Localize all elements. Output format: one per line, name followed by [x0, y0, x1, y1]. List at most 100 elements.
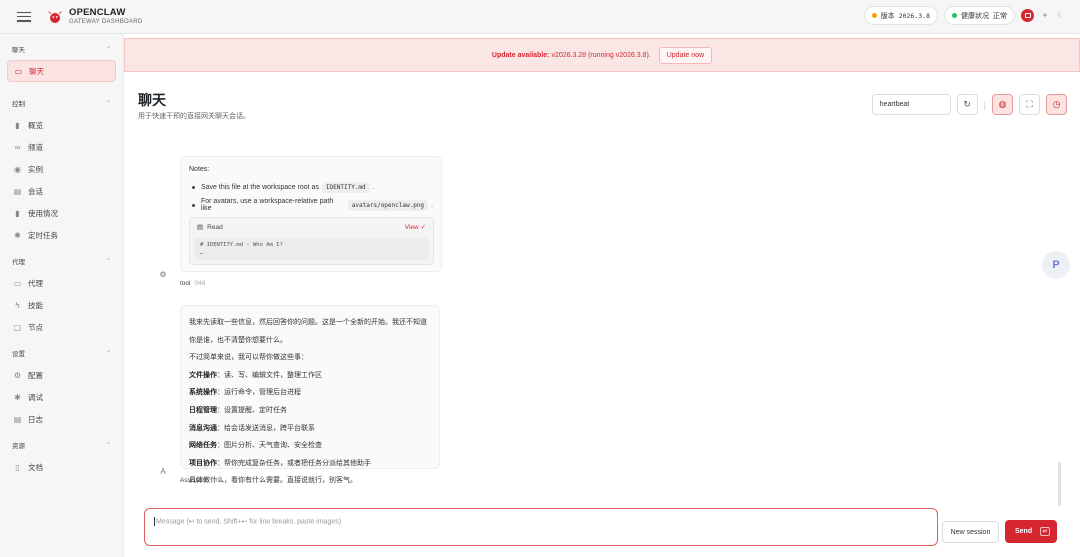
- chat-toolbar: heartbeat ↻ | ◍ ⛶ ◷: [871, 94, 1067, 115]
- focus-mode-button[interactable]: ⛶: [1019, 94, 1040, 115]
- sidebar-item-cron[interactable]: ✺ 定时任务: [0, 224, 123, 246]
- brand-subtitle: GATEWAY DASHBOARD: [69, 19, 143, 26]
- sidebar-item-overview[interactable]: ▮ 概览: [0, 114, 123, 136]
- health-status-dot: [952, 13, 957, 18]
- sidebar-item-agents[interactable]: ▭ 代理: [0, 272, 123, 294]
- sidebar-item-usage[interactable]: ▮ 使用情况: [0, 202, 123, 224]
- enter-key-icon: ↵: [1040, 527, 1050, 536]
- sidebar-group-resources[interactable]: 资源 ⌃: [0, 438, 123, 452]
- update-now-button[interactable]: Update now: [658, 46, 713, 64]
- thinking-toggle-button[interactable]: ◍: [992, 94, 1013, 115]
- link-icon: ∞: [14, 142, 21, 152]
- list-item: Save this file at the workspace root as …: [189, 182, 433, 193]
- chevron-up-icon: ⌃: [105, 258, 111, 265]
- moon-icon[interactable]: ☾: [1056, 11, 1066, 20]
- sidebar-item-chat[interactable]: ▭ 聊天: [7, 60, 116, 82]
- sidebar-group-chat[interactable]: 聊天 ⌃: [0, 42, 123, 56]
- new-session-button[interactable]: New session: [942, 521, 999, 543]
- list-item: 文件操作：读、写、编辑文件，整理工作区: [189, 371, 322, 379]
- health-pill: 健康状况 正常: [944, 6, 1015, 25]
- sidebar-group-agents[interactable]: 代理 ⌃: [0, 254, 123, 268]
- message-input[interactable]: Message (↩ to send, Shift+↩ for line bre…: [144, 508, 938, 546]
- bug-icon: ✱: [14, 392, 21, 402]
- focus-icon: ⛶: [1026, 99, 1033, 109]
- inline-code: IDENTITY.md: [321, 182, 370, 193]
- top-bar: OPENCLAW GATEWAY DASHBOARD 版本 2026.3.8 健…: [0, 0, 1080, 34]
- zap-icon: ϟ: [15, 300, 20, 310]
- assistant-author: Assistant 049: [180, 477, 222, 484]
- history-button[interactable]: ◷: [1046, 94, 1067, 115]
- version-pill: 版本 2026.3.8: [863, 6, 938, 25]
- tool-author: tool 048: [180, 280, 206, 287]
- page-subtitle: 用于快速干预的直接网关聊天会话。: [138, 113, 250, 120]
- message-line: 具体做什么，看你有什么需要。直接说就行，别客气。: [189, 477, 357, 485]
- sidebar-item-nodes[interactable]: ▢ 节点: [0, 316, 123, 338]
- version-status-dot: [871, 13, 877, 18]
- bar-chart-icon: ▮: [15, 208, 20, 218]
- assistant-avatar: A: [160, 467, 166, 476]
- sidebar-group-control[interactable]: 控制 ⌃: [0, 96, 123, 110]
- brain-icon: ◍: [998, 99, 1007, 109]
- book-icon: ▯: [15, 462, 20, 472]
- message-line: 我来先读取一些信息，然后回答你的问题。这是一个全新的开始。我还不知道你是谁，也不…: [189, 319, 427, 344]
- version-label: 版本: [880, 12, 895, 20]
- send-label: Send: [1015, 528, 1033, 535]
- file-text-icon: ▤: [13, 414, 22, 424]
- scrollbar-thumb[interactable]: [1058, 462, 1061, 506]
- document-icon: ▤: [13, 186, 22, 196]
- file-icon: ▤: [197, 224, 204, 231]
- list-item: For avatars, use a workspace-relative pa…: [189, 198, 433, 212]
- chat-icon: ▭: [14, 66, 23, 76]
- update-detail: v2026.3.28 (running v2026.3.8).: [551, 51, 651, 59]
- message-time: 048: [194, 280, 206, 287]
- sidebar-item-sessions[interactable]: ▤ 会话: [0, 180, 123, 202]
- message-placeholder: Message (↩ to send, Shift+↩ for line bre…: [156, 518, 342, 526]
- sidebar-item-debug[interactable]: ✱ 调试: [0, 386, 123, 408]
- view-tool-output-link[interactable]: View ✓: [405, 223, 426, 231]
- monitor-icon: ▢: [13, 322, 22, 332]
- gear-icon: ⚙: [13, 370, 22, 380]
- sidebar-item-config[interactable]: ⚙ 配置: [0, 364, 123, 386]
- tool-output-preview: # IDENTITY.md - Who Am I? …: [194, 238, 429, 260]
- text-caret: [154, 517, 155, 526]
- assistant-message: 我来先读取一些信息，然后回答你的问题。这是一个全新的开始。我还不知道你是谁，也不…: [180, 305, 440, 484]
- theme-system-button[interactable]: [1021, 9, 1034, 22]
- version-value: 2026.3.8: [898, 11, 930, 20]
- refresh-icon: ↻: [963, 99, 971, 109]
- send-button[interactable]: Send ↵: [1005, 520, 1057, 543]
- sidebar-item-skills[interactable]: ϟ 技能: [0, 294, 123, 316]
- update-banner: Update available: v2026.3.28 (running v2…: [124, 38, 1080, 72]
- session-select[interactable]: heartbeat: [871, 94, 951, 115]
- loader-icon: ✺: [14, 230, 21, 240]
- page-title: 聊天: [138, 92, 166, 108]
- chevron-up-icon: ⌃: [105, 350, 111, 357]
- menu-icon[interactable]: [17, 11, 31, 22]
- chevron-up-icon: ⌃: [105, 100, 111, 107]
- chevron-up-icon: ⌃: [105, 46, 111, 53]
- sun-icon[interactable]: ✦: [1040, 11, 1050, 20]
- update-title: Update available:: [491, 51, 550, 59]
- health-value: 正常: [993, 12, 1007, 20]
- chevron-up-icon: ⌃: [105, 442, 111, 449]
- list-item: 项目协作：帮你完成复杂任务，或者把任务分派给其他助手: [189, 459, 371, 467]
- sidebar-item-instances[interactable]: ◉ 实例: [0, 158, 123, 180]
- list-item: 消息沟通：给会话发送消息，跨平台联系: [189, 424, 315, 432]
- sidebar-item-logs[interactable]: ▤ 日志: [0, 408, 123, 430]
- sidebar: 聊天 ⌃ ▭ 聊天 控制 ⌃ ▮ 概览 ∞ 频道 ◉ 实例 ▤ 会话 ▮ 使用情况 ✺ 定时任务…: [0, 34, 124, 557]
- tool-call-card: ▤ Read View ✓ # IDENTITY.md - Who Am I? …: [189, 217, 434, 265]
- floating-assistant-icon[interactable]: P: [1042, 251, 1070, 279]
- monitor-icon: [1024, 13, 1031, 18]
- refresh-button[interactable]: ↻: [956, 94, 978, 115]
- list-item: 系统操作：运行命令，管理后台进程: [189, 389, 301, 397]
- health-label: 健康状况: [961, 12, 989, 20]
- sidebar-item-channels[interactable]: ∞ 频道: [0, 136, 123, 158]
- sidebar-group-settings[interactable]: 设置 ⌃: [0, 346, 123, 360]
- tool-call-label: Read: [207, 223, 223, 231]
- bar-chart-icon: ▮: [15, 120, 20, 130]
- notes-label: Notes:: [189, 166, 210, 173]
- brand: OPENCLAW GATEWAY DASHBOARD: [69, 8, 143, 26]
- sidebar-item-docs[interactable]: ▯ 文档: [0, 456, 123, 478]
- tool-message: Notes: Save this file at the workspace r…: [180, 156, 442, 272]
- message-time: 049: [210, 477, 222, 484]
- openclaw-logo-icon: [47, 9, 63, 25]
